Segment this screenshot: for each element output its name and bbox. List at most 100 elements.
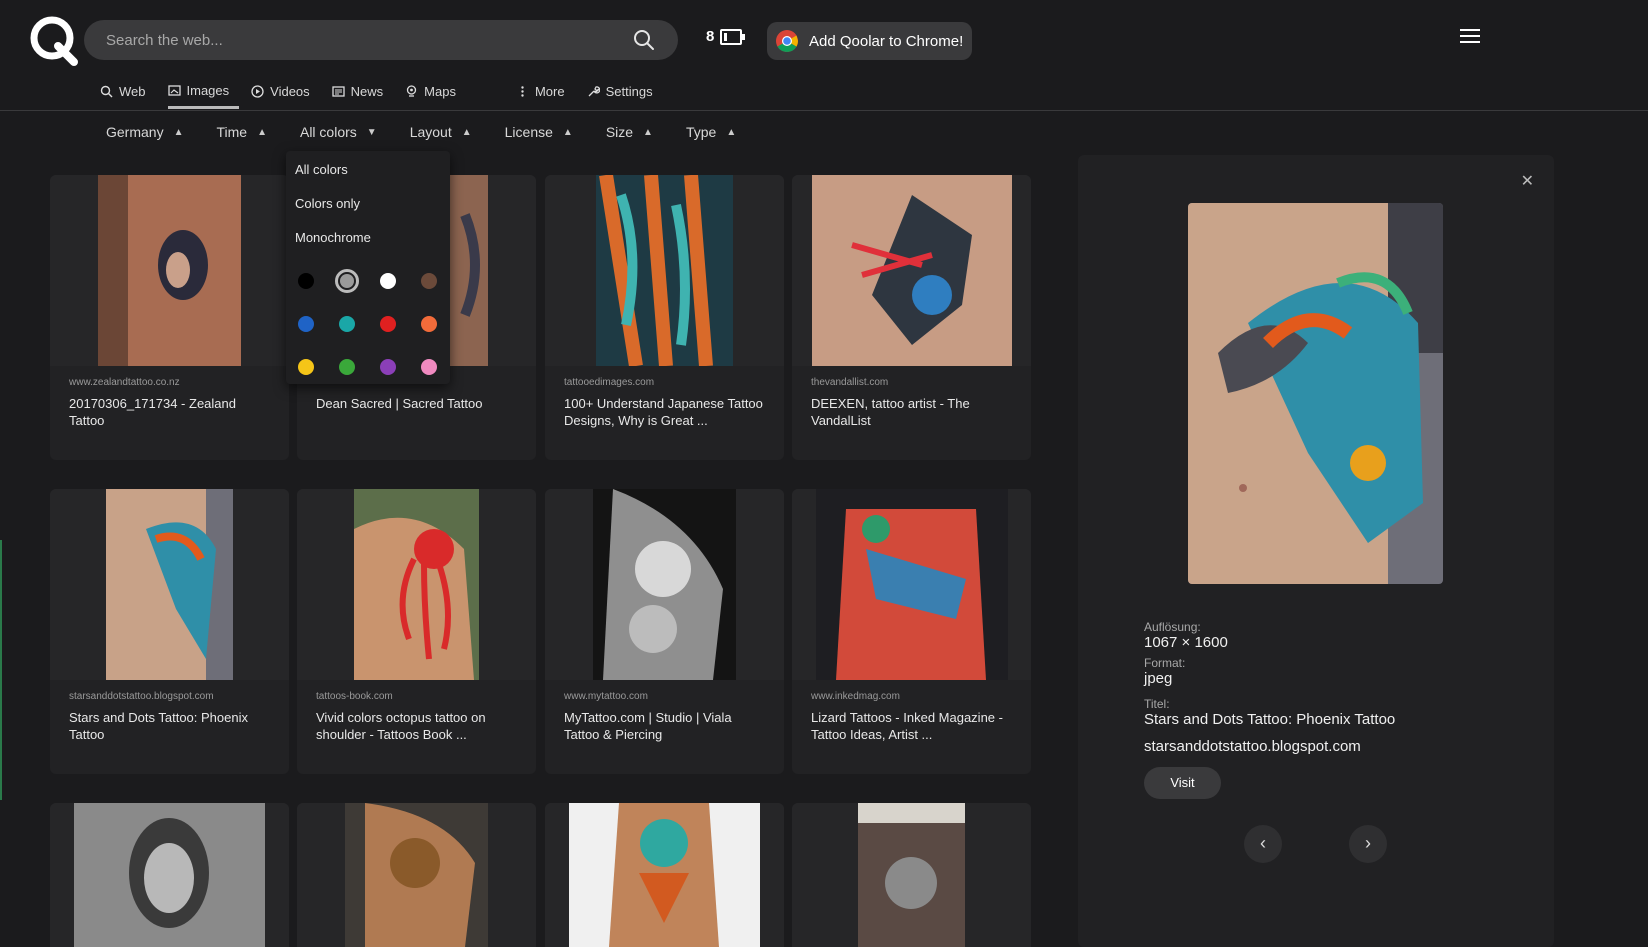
result-thumbnail[interactable] [345,803,488,947]
color-swatch[interactable] [380,273,396,289]
result-title[interactable]: DEEXEN, tattoo artist - The VandalList [811,395,1016,429]
search-input[interactable] [106,31,632,49]
filter-region[interactable]: Germany ▲ [106,124,183,140]
result-title[interactable]: 100+ Understand Japanese Tattoo Designs,… [564,395,769,429]
filter-label: All colors [299,124,357,140]
result-source: thevandallist.com [811,377,889,388]
result-thumbnail[interactable] [106,489,233,680]
chevron-up-icon: ▲ [643,126,653,138]
filter-label: License [504,124,553,140]
result-title[interactable]: Stars and Dots Tattoo: Phoenix Tattoo [69,709,274,743]
tab-label: Web [119,83,146,99]
color-swatch[interactable] [421,359,437,375]
next-image-button[interactable]: › [1349,825,1387,863]
filter-time[interactable]: Time ▲ [216,124,267,140]
result-thumbnail[interactable] [815,489,1008,680]
add-to-chrome-button[interactable]: Add Qoolar to Chrome! [767,22,972,60]
menu-icon[interactable] [1460,29,1480,45]
tab-web[interactable]: Web [100,80,156,102]
chevron-down-icon: ▼ [366,126,377,138]
tab-videos[interactable]: Videos [251,80,320,102]
filter-size[interactable]: Size ▲ [606,124,653,140]
filter-type[interactable]: Type ▲ [686,124,736,140]
color-swatch[interactable] [335,269,359,293]
result-thumbnail[interactable] [354,489,479,680]
result-card[interactable]: thevandallist.com DEEXEN, tattoo artist … [792,175,1031,460]
tab-settings[interactable]: Settings [587,80,663,102]
result-source: starsanddotstattoo.blogspot.com [69,691,214,702]
filter-label: Size [605,124,634,140]
option-colors-only[interactable]: Colors only [286,191,450,225]
color-swatch[interactable] [339,359,355,375]
chevron-up-icon: ▲ [461,126,472,138]
result-card[interactable]: www.zealandtattoo.co.nz 20170306_171734 … [50,175,289,460]
app: 8 Add Qoolar to Chrome! Web Images Video… [0,0,1648,947]
filter-colors[interactable]: All colors ▼ [300,124,377,140]
result-thumbnail[interactable] [74,803,265,947]
tab-maps[interactable]: Maps [405,80,466,102]
result-card[interactable] [545,803,784,947]
chrome-icon [776,30,798,52]
option-all-colors[interactable]: All colors [286,157,450,191]
wrench-icon [588,85,600,96]
result-card[interactable] [297,803,536,947]
more-dots-icon [521,85,524,97]
result-thumbnail[interactable] [811,175,1012,366]
map-pin-icon [407,84,417,97]
tab-label: Settings [605,83,653,99]
tab-label: News [350,83,384,99]
result-thumbnail[interactable] [98,175,241,366]
option-monochrome[interactable]: Monochrome [286,225,450,259]
filter-label: Germany [106,124,164,140]
close-icon[interactable]: ✕ [1521,171,1534,191]
image-icon [167,85,181,96]
filter-license[interactable]: License ▲ [505,124,573,140]
color-swatch[interactable] [421,273,437,289]
result-thumbnail[interactable] [593,489,736,680]
result-card[interactable]: www.inkedmag.com Lizard Tattoos - Inked … [792,489,1031,774]
color-swatch[interactable] [339,316,355,332]
tab-news[interactable]: News [332,80,394,102]
domain-link[interactable]: starsanddotstattoo.blogspot.com [1144,738,1361,755]
result-title[interactable]: Lizard Tattoos - Inked Magazine - Tattoo… [811,709,1016,743]
qoolar-logo[interactable] [28,14,80,66]
result-card[interactable]: tattoos-book.com Vivid colors octopus ta… [297,489,536,774]
tab-more[interactable]: More [516,80,575,102]
result-title[interactable]: MyTattoo.com | Studio | Viala Tattoo & P… [564,709,769,743]
color-swatch[interactable] [380,316,396,332]
result-thumbnail[interactable] [858,803,965,947]
result-source: tattooedimages.com [564,377,655,388]
tree-counter[interactable]: 8 [706,28,746,45]
result-title[interactable]: Dean Sacred | Sacred Tattoo [316,395,521,412]
result-source: www.zealandtattoo.co.nz [69,377,180,388]
tab-images[interactable]: Images [167,80,240,109]
prev-image-button[interactable]: ‹ [1244,825,1282,863]
result-card[interactable] [50,803,289,947]
title-value: Stars and Dots Tattoo: Phoenix Tattoo [1144,711,1396,728]
color-swatch[interactable] [298,316,314,332]
color-swatch[interactable] [298,359,314,375]
preview-image[interactable] [1188,203,1443,584]
filter-label: Type [685,124,717,140]
format-value: jpeg [1144,670,1173,687]
image-detail-panel: ✕ Auflösung: 1067 × 1600 Format: jpeg Ti… [1078,155,1554,947]
result-card[interactable]: www.mytattoo.com MyTattoo.com | Studio |… [545,489,784,774]
color-swatch[interactable] [421,316,437,332]
result-card[interactable]: tattooedimages.com 100+ Understand Japan… [545,175,784,460]
filter-layout[interactable]: Layout ▲ [410,124,472,140]
result-source: tattoos-book.com [316,691,393,702]
result-title[interactable]: 20170306_171734 - Zealand Tattoo [69,395,274,429]
result-card[interactable] [792,803,1031,947]
left-edge-indicator [0,540,2,800]
result-title[interactable]: Vivid colors octopus tattoo on shoulder … [316,709,521,743]
title-label: Titel: [1144,697,1170,711]
result-card[interactable]: starsanddotstattoo.blogspot.com Stars an… [50,489,289,774]
play-icon [251,84,264,98]
result-thumbnail[interactable] [596,175,733,366]
color-swatch[interactable] [298,273,314,289]
chrome-button-label: Add Qoolar to Chrome! [809,32,964,50]
visit-button[interactable]: Visit [1144,767,1221,799]
search-icon[interactable] [632,28,656,52]
result-thumbnail[interactable] [569,803,760,947]
color-swatch[interactable] [380,359,396,375]
